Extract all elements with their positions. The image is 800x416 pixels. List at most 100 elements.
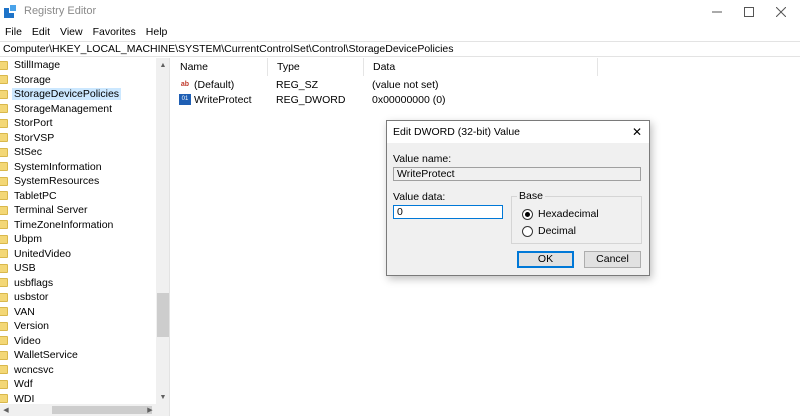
- tree-item-label: StorageDevicePolicies: [12, 88, 122, 101]
- decimal-radio[interactable]: [522, 226, 533, 237]
- tree-item-storvsp[interactable]: StorVSP: [0, 131, 156, 146]
- column-header-data[interactable]: Data: [364, 58, 598, 76]
- tree-item-usb[interactable]: USB: [0, 261, 156, 276]
- decimal-label[interactable]: Decimal: [538, 225, 576, 237]
- tree-horizontal-scrollbar[interactable]: ◀ ▶: [0, 404, 169, 416]
- value-data-input[interactable]: 0: [393, 205, 503, 219]
- tree-item-walletservice[interactable]: WalletService: [0, 348, 156, 363]
- tree-item-wcncsvc[interactable]: wcncsvc: [0, 363, 156, 378]
- folder-icon: [0, 75, 8, 85]
- tree-item-label: StorageManagement: [14, 102, 113, 115]
- tree-item-label: TabletPC: [14, 189, 57, 202]
- tree-item-storage[interactable]: Storage: [0, 73, 156, 88]
- folder-icon: [0, 249, 8, 259]
- tree-item-label: Storage: [14, 73, 51, 86]
- folder-icon: [0, 60, 8, 70]
- menu-file[interactable]: File: [0, 24, 27, 41]
- tree-item-version[interactable]: Version: [0, 319, 156, 334]
- tree-item-usbflags[interactable]: usbflags: [0, 276, 156, 291]
- tree-item-storport[interactable]: StorPort: [0, 116, 156, 131]
- value-data-label: Value data:: [393, 191, 446, 203]
- regedit-icon: [4, 5, 16, 18]
- tree-item-tabletpc[interactable]: TabletPC: [0, 189, 156, 204]
- folder-icon: [0, 234, 8, 244]
- menu-bar: File Edit View Favorites Help: [0, 24, 800, 41]
- value-name-field: WriteProtect: [393, 167, 641, 181]
- tree-item-label: TimeZoneInformation: [14, 218, 114, 231]
- tree-item-stsec[interactable]: StSec: [0, 145, 156, 160]
- tree-item-storagedevicepolicies[interactable]: StorageDevicePolicies: [0, 87, 156, 102]
- folder-icon: [0, 307, 8, 317]
- tree-item-video[interactable]: Video: [0, 334, 156, 349]
- maximize-icon: [744, 7, 754, 17]
- menu-edit[interactable]: Edit: [27, 24, 55, 41]
- value-data: (value not set): [372, 79, 439, 91]
- folder-icon: [0, 162, 8, 172]
- title-bar: Registry Editor: [0, 0, 800, 24]
- tree-item-systemresources[interactable]: SystemResources: [0, 174, 156, 189]
- scroll-thumb[interactable]: [157, 293, 169, 337]
- folder-icon: [0, 220, 8, 230]
- tree-item-systeminformation[interactable]: SystemInformation: [0, 160, 156, 175]
- tree-item-label: StorPort: [14, 117, 53, 130]
- value-type: REG_DWORD: [276, 94, 346, 106]
- tree-item-label: WalletService: [14, 349, 78, 362]
- string-value-icon: ab: [180, 81, 190, 88]
- folder-icon: [0, 176, 8, 186]
- dialog-close-icon[interactable]: ✕: [629, 124, 645, 140]
- tree-item-label: StorVSP: [14, 131, 55, 144]
- list-header: Name Type Data: [171, 58, 800, 76]
- tree-item-label: USB: [14, 262, 36, 275]
- hscroll-thumb[interactable]: [52, 406, 152, 414]
- value-row-default[interactable]: ab (Default) REG_SZ (value not set): [171, 78, 800, 92]
- ok-button[interactable]: OK: [517, 251, 574, 268]
- scroll-up-icon[interactable]: ▲: [156, 58, 169, 72]
- value-row-writeprotect[interactable]: 01 WriteProtect REG_DWORD 0x00000000 (0): [171, 93, 800, 107]
- close-icon: [776, 7, 786, 17]
- folder-icon: [0, 118, 8, 128]
- tree-item-label: StillImage: [14, 59, 61, 72]
- tree-item-timezoneinformation[interactable]: TimeZoneInformation: [0, 218, 156, 233]
- hexadecimal-label[interactable]: Hexadecimal: [538, 208, 599, 220]
- value-name: WriteProtect: [194, 94, 252, 106]
- scroll-down-icon[interactable]: ▼: [156, 390, 169, 404]
- column-header-name[interactable]: Name: [171, 58, 268, 76]
- tree-item-storagemanagement[interactable]: StorageManagement: [0, 102, 156, 117]
- dialog-title-bar: Edit DWORD (32-bit) Value ✕: [387, 121, 649, 143]
- close-button[interactable]: [758, 0, 800, 24]
- window-title: Registry Editor: [24, 5, 97, 17]
- tree-item-wdf[interactable]: Wdf: [0, 377, 156, 392]
- folder-icon: [0, 263, 8, 273]
- scroll-right-icon[interactable]: ▶: [144, 404, 156, 416]
- value-type: REG_SZ: [276, 79, 319, 91]
- folder-icon: [0, 147, 8, 157]
- tree-item-label: StSec: [14, 146, 43, 159]
- tree-item-label: WDI: [14, 392, 35, 405]
- menu-view[interactable]: View: [55, 24, 88, 41]
- tree-item-ubpm[interactable]: Ubpm: [0, 232, 156, 247]
- address-path[interactable]: Computer\HKEY_LOCAL_MACHINE\SYSTEM\Curre…: [3, 43, 454, 55]
- hexadecimal-radio[interactable]: [522, 209, 533, 220]
- value-data: 0x00000000 (0): [372, 94, 446, 106]
- edit-dword-dialog: Edit DWORD (32-bit) Value ✕ Value name: …: [386, 120, 650, 276]
- tree-item-terminal-server[interactable]: Terminal Server: [0, 203, 156, 218]
- folder-icon: [0, 336, 8, 346]
- menu-favorites[interactable]: Favorites: [88, 24, 141, 41]
- dword-value-icon: 01: [179, 94, 191, 105]
- key-tree: StillImage Storage StorageDevicePolicies St…: [0, 58, 170, 416]
- cancel-button[interactable]: Cancel: [584, 251, 641, 268]
- menu-help[interactable]: Help: [141, 24, 173, 41]
- value-name-label: Value name:: [393, 153, 452, 165]
- base-groupbox: Base Hexadecimal Decimal: [511, 190, 642, 244]
- folder-icon: [0, 350, 8, 360]
- folder-icon: [0, 278, 8, 288]
- tree-item-usbstor[interactable]: usbstor: [0, 290, 156, 305]
- scroll-left-icon[interactable]: ◀: [0, 404, 12, 416]
- tree-vertical-scrollbar[interactable]: ▲ ▼: [156, 58, 169, 404]
- tree-item-label: SystemInformation: [14, 160, 102, 173]
- tree-item-stillimage[interactable]: StillImage: [0, 58, 156, 73]
- column-header-type[interactable]: Type: [268, 58, 364, 76]
- tree-item-van[interactable]: VAN: [0, 305, 156, 320]
- address-bar[interactable]: Computer\HKEY_LOCAL_MACHINE\SYSTEM\Curre…: [0, 41, 800, 57]
- tree-item-unitedvideo[interactable]: UnitedVideo: [0, 247, 156, 262]
